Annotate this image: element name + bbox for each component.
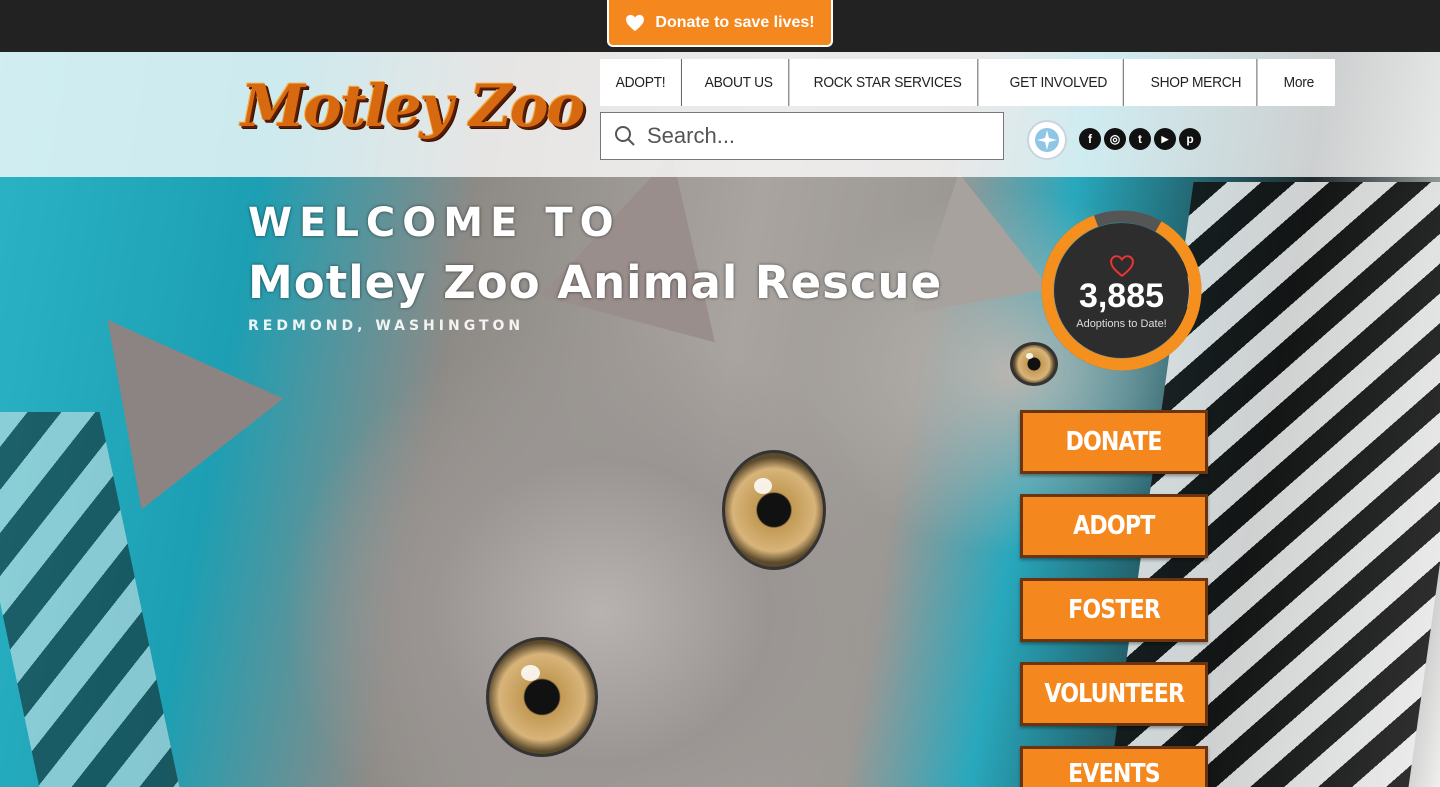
page-title: Motley Zoo Animal Rescue xyxy=(248,256,943,309)
youtube-icon[interactable]: ▶ xyxy=(1154,128,1176,150)
adoption-counter: 3,885 Adoptions to Date! xyxy=(1054,223,1189,358)
adopt-button-label: ADOPT xyxy=(1073,511,1155,541)
nav-about-us[interactable]: ABOUT US xyxy=(689,59,790,106)
logo[interactable]: Motley Zoo xyxy=(232,60,592,152)
facebook-icon[interactable]: f xyxy=(1079,128,1101,150)
adoption-count: 3,885 xyxy=(1078,276,1165,315)
volunteer-button[interactable]: VOLUNTEER xyxy=(1020,662,1208,726)
cat-eye-left xyxy=(486,637,598,757)
heart-icon xyxy=(626,14,645,31)
foster-button[interactable]: FOSTER xyxy=(1020,578,1208,642)
adoption-count-label: Adoptions to Date! xyxy=(1076,317,1167,330)
social-links: f ◎ t ▶ p xyxy=(1079,128,1201,150)
cat-eye-right xyxy=(722,450,826,570)
adopt-button[interactable]: ADOPT xyxy=(1020,494,1208,558)
donate-button-label: DONATE xyxy=(1065,427,1163,457)
nav-shop-merch[interactable]: SHOP MERCH xyxy=(1135,59,1258,106)
events-button-label: EVENTS xyxy=(1068,759,1161,787)
foster-button-label: FOSTER xyxy=(1068,595,1161,625)
location-subtitle: REDMOND, WASHINGTON xyxy=(248,318,525,334)
welcome-heading: WELCOME TO xyxy=(248,200,621,246)
nav-more[interactable]: More xyxy=(1268,59,1330,106)
heart-outline-icon xyxy=(1109,254,1134,277)
pinterest-icon[interactable]: p xyxy=(1179,128,1201,150)
nav-rock-star-services[interactable]: ROCK STAR SERVICES xyxy=(798,59,979,106)
donate-banner-button[interactable]: Donate to save lives! xyxy=(607,0,833,47)
volunteer-button-label: VOLUNTEER xyxy=(1044,679,1185,709)
search-box xyxy=(600,112,1004,160)
search-icon xyxy=(615,126,635,146)
nav-adopt[interactable]: ADOPT! xyxy=(600,59,682,106)
guidestar-seal-icon[interactable] xyxy=(1027,120,1067,160)
instagram-icon[interactable]: ◎ xyxy=(1104,128,1126,150)
nav-get-involved[interactable]: GET INVOLVED xyxy=(994,59,1124,106)
twitter-icon[interactable]: t xyxy=(1129,128,1151,150)
search-input[interactable] xyxy=(647,123,987,149)
main-nav: ADOPT! ABOUT US ROCK STAR SERVICES GET I… xyxy=(600,59,1336,106)
donate-button[interactable]: DONATE xyxy=(1020,410,1208,474)
events-button[interactable]: EVENTS xyxy=(1020,746,1208,787)
donate-banner-label: Donate to save lives! xyxy=(655,13,815,31)
